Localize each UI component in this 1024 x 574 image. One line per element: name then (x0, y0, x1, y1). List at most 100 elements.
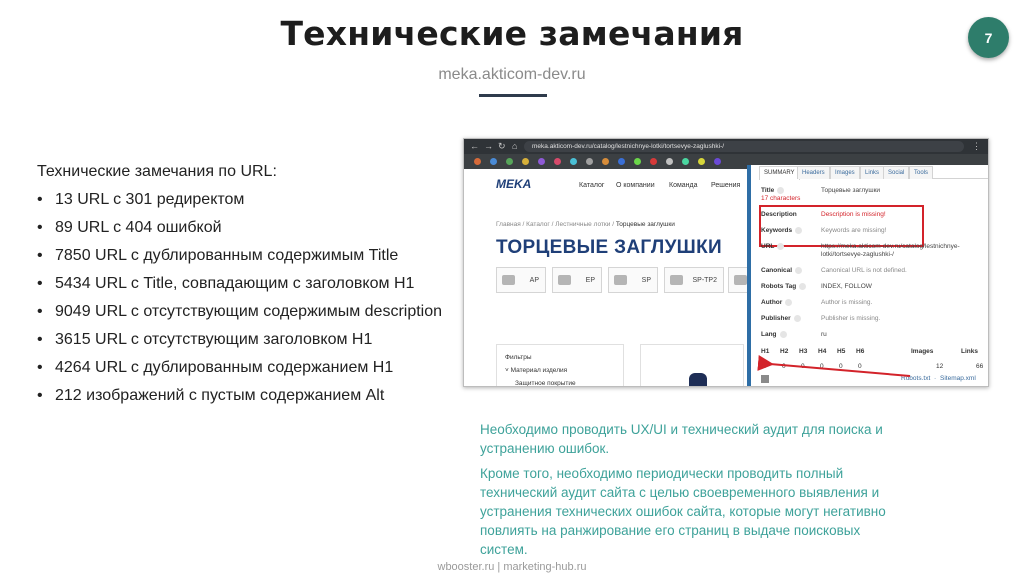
variant-option[interactable]: АР (496, 267, 546, 293)
seo-key: Publisher (761, 315, 816, 322)
filters-title: Фильтры (505, 354, 532, 361)
variant-option[interactable]: ЕР (552, 267, 602, 293)
finding-item: 9049 URL с отсутствующим содержимым desc… (37, 300, 447, 323)
finding-item: 3615 URL с отсутствующим заголовком H1 (37, 328, 447, 351)
camera-icon (558, 275, 571, 285)
seo-value: Торцевые заглушки (821, 187, 881, 194)
seo-value: Publisher is missing. (821, 315, 881, 322)
seo-value: Keywords are missing! (821, 227, 887, 234)
seo-key: Canonical (761, 267, 816, 274)
images-label: Images (911, 348, 934, 355)
slide-subtitle: meka.akticom-dev.ru (438, 66, 586, 83)
heading-label: H4 (818, 348, 827, 355)
sitemap-link[interactable]: Sitemap.xml (940, 375, 976, 382)
site-nav-item[interactable]: Каталог (579, 182, 604, 189)
recommendation-paragraph: Необходимо проводить UX/UI и технический… (480, 422, 883, 456)
seo-value: lotki/tortsevye-zaglushki-/ (821, 251, 894, 258)
seo-key-label: Lang (761, 331, 777, 339)
seo-key: Lang (761, 331, 816, 338)
tab-headers[interactable]: Headers (797, 166, 830, 179)
extension-icon (490, 158, 497, 165)
help-icon (795, 267, 803, 274)
site-logo: MEKA (496, 177, 532, 191)
finding-item: 7850 URL с дублированным содержимым Titl… (37, 244, 447, 267)
help-icon (777, 243, 785, 250)
extension-icon (682, 158, 689, 165)
seo-tabs: SUMMARY Headers Images Links Social Tool… (759, 165, 988, 180)
slide-footer: wbooster.ru | marketing-hub.ru (437, 561, 587, 573)
heading-label: H3 (799, 348, 808, 355)
tab-tools[interactable]: Tools (909, 166, 934, 179)
seo-key: Description (761, 211, 816, 218)
finding-item: 212 изображений с пустым содержанием Alt (37, 384, 447, 407)
product-card[interactable] (640, 344, 744, 386)
filter-item[interactable]: ˅ Материал изделия (505, 364, 615, 377)
heading-label: H1 (761, 348, 770, 355)
extension-icon (714, 158, 721, 165)
site-nav-item[interactable]: О компании (616, 182, 655, 189)
seo-value: ru (821, 331, 827, 338)
extension-icon (618, 158, 625, 165)
slide-title: Технические замечания (280, 14, 744, 53)
seo-key-label: Description (761, 211, 797, 218)
site-breadcrumb: Главная / Каталог / Лестничные лотки / Т… (496, 221, 675, 228)
tab-images[interactable]: Images (830, 166, 860, 179)
seo-key-label: Author (761, 299, 783, 307)
variant-label: SP-TP2 (692, 276, 717, 284)
product-title: ТОРЦЕВЫЕ ЗАГЛУШКИ (496, 237, 722, 258)
extension-icon (522, 158, 529, 165)
forward-arrow-icon: → (484, 141, 493, 151)
help-icon (795, 227, 803, 234)
seo-key: Keywords (761, 227, 816, 234)
extension-icon (538, 158, 545, 165)
extension-icon (554, 158, 561, 165)
seo-value: Canonical URL is not defined. (821, 267, 907, 274)
variant-option[interactable]: SP (608, 267, 658, 293)
recommendations: Необходимо проводить UX/UI и технический… (480, 420, 900, 565)
seo-key-label: Robots Tag (761, 283, 797, 291)
filter-subitem[interactable]: Защитное покрытие (505, 377, 615, 386)
seo-key-label: Title (761, 187, 775, 195)
breadcrumb-path[interactable]: Главная / Каталог / Лестничные лотки / (496, 221, 616, 228)
extension-icon (602, 158, 609, 165)
finding-item: 13 URL с 301 редиректом (37, 188, 447, 211)
extension-icon (474, 158, 481, 165)
page-number-badge: 7 (968, 17, 1009, 58)
variant-option[interactable]: SP-TP2 (664, 267, 724, 293)
tab-summary[interactable]: SUMMARY (759, 166, 800, 180)
seo-key: URL (761, 243, 816, 250)
seo-key: Robots Tag (761, 283, 816, 290)
extension-icon (650, 158, 657, 165)
help-icon (779, 331, 787, 338)
website-screenshot: ← → ↻ ⌂ meka.akticom-dev.ru/catalog/lest… (463, 138, 989, 387)
tab-social[interactable]: Social (883, 166, 910, 179)
variant-label: SP (641, 276, 651, 284)
extension-icon (634, 158, 641, 165)
help-icon (785, 299, 793, 306)
website-page: MEKA Каталог О компании Команда Решения … (464, 169, 748, 386)
seo-key-label: Canonical (761, 267, 793, 275)
seo-value: https://meka.akticom-dev.ru/catalog/lest… (821, 243, 960, 250)
seo-value: INDEX, FOLLOW (821, 283, 872, 290)
seo-key-label: URL (761, 243, 775, 251)
annotation-arrow (757, 355, 911, 377)
site-nav-item[interactable]: Команда (669, 182, 698, 189)
product-thumbnail (689, 373, 707, 386)
extension-icon (666, 158, 673, 165)
tab-links[interactable]: Links (860, 166, 885, 179)
filter-item-label: Материал изделия (510, 367, 568, 374)
findings-list: Технические замечания по URL: 13 URL с 3… (37, 160, 447, 412)
back-arrow-icon: ← (470, 141, 479, 151)
seo-key-label: Keywords (761, 227, 793, 235)
extension-icon (506, 158, 513, 165)
site-nav-item[interactable]: Решения (711, 182, 740, 189)
help-icon (793, 315, 801, 322)
recommendation-paragraph: Кроме того, необходимо периодически пров… (480, 466, 886, 557)
browser-menu-icon: ⋮ (972, 141, 981, 151)
finding-item: 5434 URL с Title, совпадающим с заголовк… (37, 272, 447, 295)
heading-label: H2 (780, 348, 789, 355)
variant-option[interactable] (728, 267, 748, 293)
subtitle-divider (479, 94, 547, 97)
findings-items: 13 URL с 301 редиректом 89 URL с 404 оши… (37, 188, 447, 407)
camera-icon (502, 275, 515, 285)
